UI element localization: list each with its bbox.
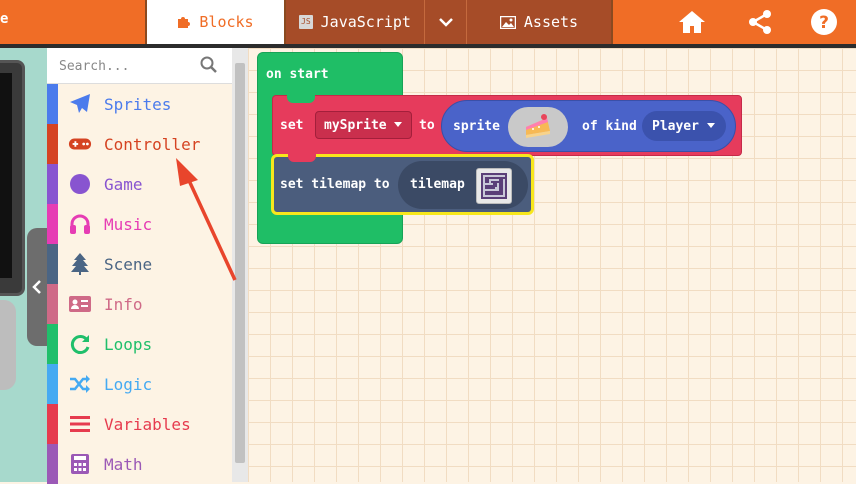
category-game[interactable]: Game xyxy=(47,164,232,204)
kind-dropdown[interactable]: Player xyxy=(642,111,726,141)
simulator-controls[interactable] xyxy=(0,300,16,390)
puzzle-icon xyxy=(178,17,191,28)
chevron-down-icon xyxy=(438,18,453,27)
category-info[interactable]: Info xyxy=(47,284,232,324)
set-tilemap-label: set tilemap to xyxy=(280,177,390,192)
category-controller[interactable]: Controller xyxy=(47,124,232,164)
cake-icon xyxy=(526,114,550,138)
category-label: Math xyxy=(104,454,143,474)
list-icon xyxy=(68,412,92,436)
language-dropdown-button[interactable] xyxy=(425,0,467,44)
of-kind-label: of kind xyxy=(582,119,637,134)
category-variables[interactable]: Variables xyxy=(47,404,232,444)
maze-icon xyxy=(481,173,507,199)
circle-icon xyxy=(68,172,92,196)
svg-text:?: ? xyxy=(819,13,829,33)
caret-down-icon xyxy=(393,122,402,127)
calculator-icon xyxy=(68,452,92,476)
app-title-fragment: e xyxy=(0,11,9,27)
scrollbar-thumb[interactable] xyxy=(235,63,245,463)
tab-javascript-label: JavaScript xyxy=(320,13,411,31)
on-start-label: on start xyxy=(266,67,329,82)
category-label: Variables xyxy=(104,414,191,434)
tree-icon xyxy=(68,252,92,276)
collapse-simulator-button[interactable] xyxy=(27,228,47,346)
category-color-bar xyxy=(47,84,58,124)
category-color-bar xyxy=(47,364,58,404)
shuffle-icon xyxy=(68,372,92,396)
search-input[interactable] xyxy=(57,54,191,78)
category-color-bar xyxy=(47,124,58,164)
share-icon xyxy=(749,10,771,34)
sprite-image-picker[interactable] xyxy=(508,107,568,147)
tilemap-label: tilemap xyxy=(410,177,465,192)
category-sprites[interactable]: Sprites xyxy=(47,84,232,124)
category-loops[interactable]: Loops xyxy=(47,324,232,364)
category-label: Music xyxy=(104,214,153,234)
toolbox-search xyxy=(47,48,232,84)
category-color-bar xyxy=(47,164,58,204)
gamepad-icon xyxy=(68,132,92,156)
variable-dropdown[interactable]: mySprite xyxy=(315,111,412,139)
set-label: set xyxy=(280,118,304,133)
chevron-left-icon xyxy=(32,280,41,294)
help-button[interactable]: ? xyxy=(809,7,839,37)
category-color-bar xyxy=(47,284,58,324)
category-label: Game xyxy=(104,174,143,194)
search-icon[interactable] xyxy=(200,56,218,74)
category-label: Sprites xyxy=(104,94,172,114)
sprite-reporter-block[interactable]: sprite of kind Player xyxy=(441,100,736,152)
category-label: Controller xyxy=(104,134,201,154)
block-notch xyxy=(288,154,316,162)
headphones-icon xyxy=(68,212,92,236)
variable-name: mySprite xyxy=(324,117,387,133)
home-button[interactable] xyxy=(677,7,707,37)
category-scene[interactable]: Scene xyxy=(47,244,232,284)
category-label: Loops xyxy=(104,334,153,354)
refresh-icon xyxy=(68,332,92,356)
block-notch xyxy=(287,95,315,103)
toolbox-scrollbar[interactable] xyxy=(232,48,248,482)
category-color-bar xyxy=(47,404,58,444)
category-color-bar xyxy=(47,444,58,484)
paper-plane-icon xyxy=(68,92,92,116)
tab-assets[interactable]: Assets xyxy=(467,0,613,44)
tab-blocks[interactable]: Blocks xyxy=(145,0,286,44)
category-color-bar xyxy=(47,324,58,364)
tab-blocks-label: Blocks xyxy=(199,13,254,31)
home-icon xyxy=(679,11,705,33)
id-card-icon xyxy=(68,292,92,316)
kind-value: Player xyxy=(652,118,699,134)
set-sprite-block[interactable]: set mySprite to sprite of kind Player xyxy=(272,95,742,156)
category-label: Scene xyxy=(104,254,153,274)
category-logic[interactable]: Logic xyxy=(47,364,232,404)
category-label: Info xyxy=(104,294,143,314)
set-tilemap-block[interactable]: set tilemap to tilemap xyxy=(271,154,534,215)
category-label: Logic xyxy=(104,374,153,394)
help-icon: ? xyxy=(811,9,837,35)
category-math[interactable]: Math xyxy=(47,444,232,484)
js-file-icon: JS xyxy=(299,15,313,29)
toolbox: Sprites Controller Game Music xyxy=(47,48,232,484)
to-label: to xyxy=(419,118,435,133)
simulator-screen[interactable] xyxy=(0,60,25,296)
tab-javascript[interactable]: JS JavaScript xyxy=(286,0,425,44)
top-toolbar: e Blocks JS JavaScript Assets ? xyxy=(0,0,856,44)
category-color-bar xyxy=(47,204,58,244)
tilemap-image-picker[interactable] xyxy=(476,168,512,204)
caret-down-icon xyxy=(706,123,715,128)
share-button[interactable] xyxy=(745,7,775,37)
editor-tabs: Blocks JS JavaScript Assets xyxy=(145,0,613,44)
category-color-bar xyxy=(47,244,58,284)
sprite-label: sprite xyxy=(453,119,500,134)
tilemap-reporter-block[interactable]: tilemap xyxy=(398,161,528,209)
tab-assets-label: Assets xyxy=(523,13,579,31)
category-music[interactable]: Music xyxy=(47,204,232,244)
image-icon xyxy=(499,15,516,29)
